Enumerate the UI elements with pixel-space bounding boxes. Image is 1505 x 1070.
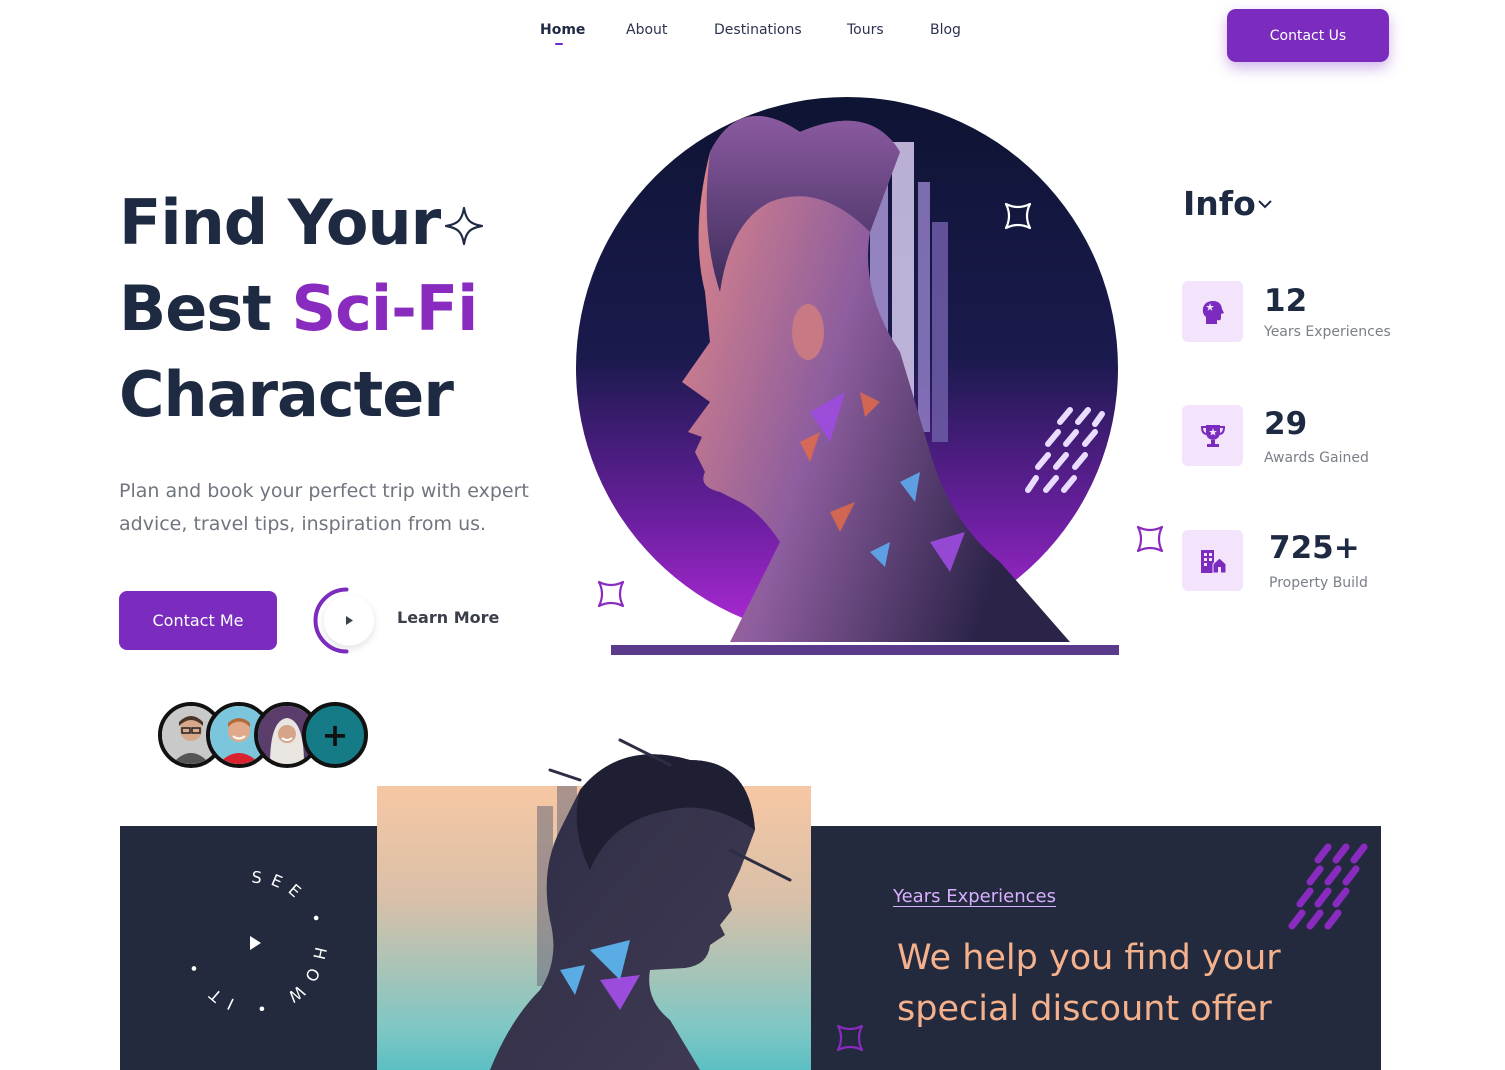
sparkle-icon xyxy=(444,206,484,246)
sparkle-x-icon xyxy=(1136,525,1164,553)
play-button[interactable] xyxy=(313,587,380,654)
stat-number-years: 12 xyxy=(1264,283,1308,319)
hero-title-line1: Find Your xyxy=(119,186,441,259)
see-how-it-works-badge[interactable]: SEE • HOW • IT • WORKS xyxy=(180,868,330,1018)
hero-subtitle: Plan and book your perfect trip with exp… xyxy=(119,480,529,535)
head-star-icon xyxy=(1202,300,1224,324)
stat-number-property: 725+ xyxy=(1269,530,1360,566)
years-experiences-link[interactable]: Years Experiences xyxy=(893,886,1056,907)
hero-title-line2: Best Sci-Fi xyxy=(119,266,478,352)
plus-icon: + xyxy=(321,716,349,754)
hero-title-line3: Character xyxy=(119,358,454,431)
play-icon xyxy=(250,936,261,950)
decorative-dashes xyxy=(1288,843,1368,930)
stat-icon-property xyxy=(1182,530,1243,591)
nav-about[interactable]: About xyxy=(626,22,667,38)
contact-me-button[interactable]: Contact Me xyxy=(119,591,277,650)
hero-title-accent: Sci-Fi xyxy=(291,272,478,345)
info-title[interactable]: Info xyxy=(1183,184,1256,223)
stat-label-years: Years Experiences xyxy=(1264,324,1391,340)
stat-label-property: Property Build xyxy=(1269,575,1368,591)
sparkle-x-icon xyxy=(836,1024,864,1052)
nav-home[interactable]: Home xyxy=(540,22,585,45)
character-head-overlay xyxy=(490,738,792,1070)
contact-us-button[interactable]: Contact Us xyxy=(1227,9,1389,62)
discount-headline: We help you find your special discount o… xyxy=(897,938,1281,1029)
sparkle-x-icon xyxy=(1004,202,1032,230)
stat-number-awards: 29 xyxy=(1264,406,1308,442)
stat-icon-awards xyxy=(1182,405,1243,466)
sparkle-x-icon xyxy=(597,580,625,608)
nav-destinations[interactable]: Destinations xyxy=(714,22,802,38)
add-avatar-button[interactable]: + xyxy=(302,702,368,768)
hero-title-line2-start: Best xyxy=(119,272,292,345)
chevron-down-icon[interactable] xyxy=(1257,198,1273,210)
hero-character-image xyxy=(576,97,1119,655)
stat-label-awards: Awards Gained xyxy=(1264,450,1369,466)
stat-icon-years xyxy=(1182,281,1243,342)
learn-more-link[interactable]: Learn More xyxy=(397,608,499,627)
avatar-group: + xyxy=(158,702,368,768)
hero-title: Find Your Best Sci-Fi Character xyxy=(119,180,478,438)
building-icon xyxy=(1200,549,1226,573)
trophy-icon xyxy=(1200,424,1225,447)
nav-blog[interactable]: Blog xyxy=(930,22,961,38)
nav-tours[interactable]: Tours xyxy=(847,22,884,38)
